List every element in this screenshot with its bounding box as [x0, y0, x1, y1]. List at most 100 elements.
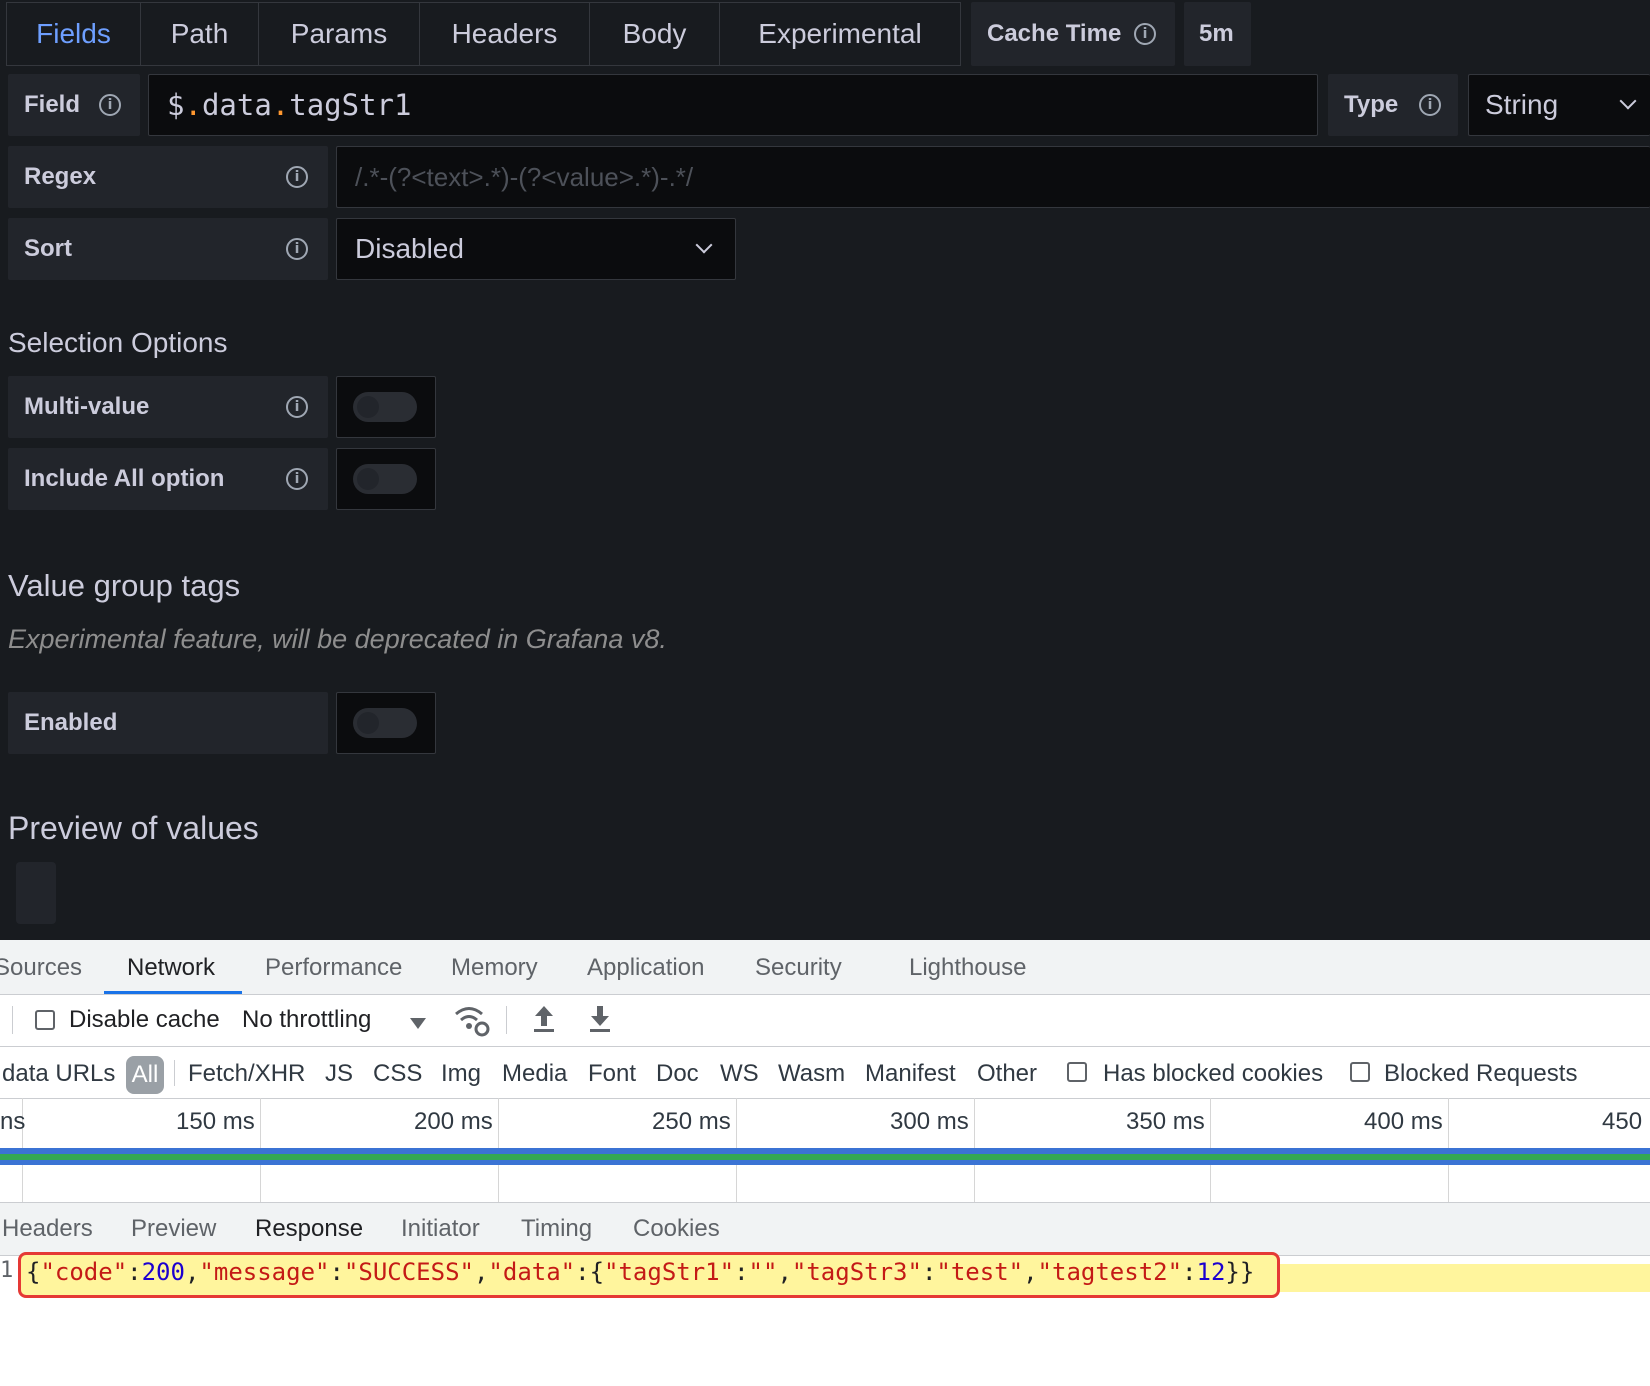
info-icon[interactable]: i [286, 396, 308, 418]
import-har-icon[interactable] [532, 1004, 556, 1034]
filter-css[interactable]: CSS [373, 1060, 422, 1088]
filter-js[interactable]: JS [325, 1060, 353, 1088]
timeline-tick-label: 400 ms [1364, 1108, 1443, 1135]
detail-tab-headers[interactable]: Headers [2, 1215, 93, 1243]
detail-tab-cookies[interactable]: Cookies [633, 1215, 720, 1243]
disable-cache-checkbox[interactable] [35, 1010, 55, 1030]
timeline-tick-label: ns [0, 1108, 26, 1135]
regex-label-box: Regex i [8, 146, 328, 208]
devtools-tab-lighthouse[interactable]: Lighthouse [909, 954, 1026, 982]
timeline-tick-label: 200 ms [414, 1108, 493, 1135]
field-token-dot: . [184, 88, 202, 122]
network-overview-timeline: ns 150 ms 200 ms 250 ms 300 ms 350 ms 40… [0, 1098, 1650, 1202]
filter-font[interactable]: Font [588, 1060, 636, 1088]
detail-tab-preview[interactable]: Preview [131, 1215, 216, 1243]
tab-path[interactable]: Path [141, 3, 259, 65]
chevron-down-icon [695, 236, 713, 254]
filter-img[interactable]: Img [441, 1060, 481, 1088]
response-token: :{ [575, 1258, 605, 1286]
devtools-tab-security[interactable]: Security [755, 954, 842, 982]
sort-select[interactable]: Disabled [336, 218, 736, 280]
info-icon[interactable]: i [286, 166, 308, 188]
multi-value-label: Multi-value [24, 393, 150, 420]
dropdown-arrow-icon[interactable] [410, 1018, 426, 1029]
filter-bar: data URLs All Fetch/XHR JS CSS Img Media… [0, 1046, 1650, 1099]
has-blocked-cookies-checkbox[interactable] [1067, 1062, 1087, 1082]
response-token: { [26, 1258, 41, 1286]
timeline-tick-label: 450 [1602, 1108, 1643, 1135]
sort-label: Sort [24, 235, 72, 262]
enabled-toggle[interactable] [353, 708, 417, 738]
include-all-label-box: Include All option i [8, 448, 328, 510]
throttling-select[interactable]: No throttling [242, 1006, 371, 1034]
export-har-icon[interactable] [588, 1004, 612, 1034]
network-toolbar: Disable cache No throttling [0, 994, 1650, 1047]
response-token: "SUCCESS" [343, 1258, 474, 1286]
info-icon[interactable]: i [1419, 94, 1441, 116]
tab-params[interactable]: Params [259, 3, 420, 65]
divider [12, 1006, 13, 1034]
detail-tab-response[interactable]: Response [255, 1215, 363, 1243]
devtools-tab-network[interactable]: Network [127, 954, 215, 982]
toggle-knob [357, 396, 379, 418]
detail-tab-timing[interactable]: Timing [521, 1215, 592, 1243]
timeline-tick-label: 300 ms [890, 1108, 969, 1135]
cache-time-value[interactable]: 5m [1184, 2, 1251, 66]
divider [174, 1060, 175, 1086]
filter-manifest[interactable]: Manifest [865, 1060, 956, 1088]
response-token: 200 [141, 1258, 185, 1286]
grafana-variable-editor: Fields Path Params Headers Body Experime… [0, 0, 1650, 940]
detail-tab-initiator[interactable]: Initiator [401, 1215, 480, 1243]
info-icon[interactable]: i [286, 238, 308, 260]
cache-time-label-box: Cache Time i [971, 2, 1175, 66]
filter-fetch-xhr[interactable]: Fetch/XHR [188, 1060, 305, 1088]
devtools-tabs: Sources Network Performance Memory Appli… [0, 940, 1650, 995]
field-input[interactable]: $. data. tagStr1 [148, 74, 1318, 136]
cache-time-label: Cache Time [987, 20, 1122, 47]
line-highlight [1270, 1264, 1650, 1292]
field-token-name: tagStr1 [289, 88, 412, 122]
response-token: }} [1225, 1258, 1255, 1286]
regex-label: Regex [24, 163, 97, 190]
filter-wasm[interactable]: Wasm [778, 1060, 845, 1088]
field-token-data: data [201, 88, 272, 122]
enabled-label: Enabled [24, 709, 118, 736]
preview-values-empty [16, 862, 56, 924]
filter-media[interactable]: Media [502, 1060, 567, 1088]
line-number: 1 [0, 1258, 14, 1283]
field-token-root: $ [167, 88, 185, 122]
include-all-toggle[interactable] [353, 464, 417, 494]
response-token: "message" [199, 1258, 330, 1286]
devtools-tab-performance[interactable]: Performance [265, 954, 402, 982]
response-token: , [184, 1258, 200, 1286]
filter-data-urls[interactable]: data URLs [2, 1060, 115, 1088]
type-select[interactable]: String [1468, 74, 1650, 136]
filter-ws[interactable]: WS [720, 1060, 759, 1088]
blocked-requests-label: Blocked Requests [1384, 1060, 1578, 1087]
tab-body[interactable]: Body [590, 3, 720, 65]
tab-experimental[interactable]: Experimental [720, 3, 960, 65]
response-token: "tagStr1" [604, 1258, 735, 1286]
info-icon[interactable]: i [286, 468, 308, 490]
response-token: , [473, 1258, 489, 1286]
tab-headers[interactable]: Headers [420, 3, 590, 65]
multi-value-toggle[interactable] [353, 392, 417, 422]
response-body: {"code":200,"message":"SUCCESS","data":{… [26, 1258, 1254, 1286]
response-token: "data" [488, 1258, 576, 1286]
filter-other[interactable]: Other [977, 1060, 1037, 1088]
info-icon[interactable]: i [1134, 23, 1156, 45]
blocked-requests-checkbox[interactable] [1350, 1062, 1370, 1082]
regex-input[interactable]: /.*-(?<text>.*)-(?<value>.*)-.*/ [336, 146, 1650, 208]
query-tabs: Fields Path Params Headers Body Experime… [6, 2, 961, 66]
response-token: : [921, 1258, 937, 1286]
info-icon[interactable]: i [99, 94, 121, 116]
timeline-tick-label: 150 ms [176, 1108, 255, 1135]
devtools-tab-application[interactable]: Application [587, 954, 704, 982]
devtools-tab-sources[interactable]: Sources [0, 954, 82, 982]
network-conditions-icon[interactable] [452, 1002, 492, 1038]
devtools-tab-memory[interactable]: Memory [451, 954, 538, 982]
timeline-tick-label: 350 ms [1126, 1108, 1205, 1135]
tab-fields[interactable]: Fields [7, 3, 141, 65]
filter-doc[interactable]: Doc [656, 1060, 699, 1088]
filter-all[interactable]: All [126, 1056, 164, 1094]
